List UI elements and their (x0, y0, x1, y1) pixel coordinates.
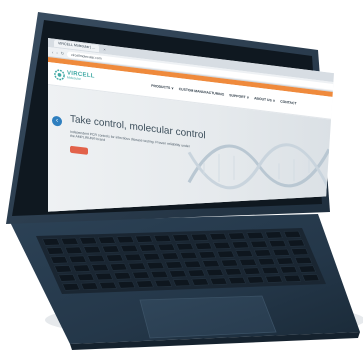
product-photo: VIRCELL Molecular | ... × ‹ › ↻ vircellm… (0, 0, 363, 354)
close-tab-icon[interactable]: × (103, 46, 105, 53)
vircell-logo-icon (54, 69, 65, 80)
menu-item-custom-manufacturing[interactable]: CUSTOM MANUFACTURING (179, 87, 225, 97)
browser-window: VIRCELL Molecular | ... × ‹ › ↻ vircellm… (48, 38, 336, 214)
menu-item-about-us[interactable]: ABOUT US ∨ (254, 96, 275, 103)
trackpad (139, 295, 277, 339)
site-logo[interactable]: VIRCELL Molecular (54, 68, 95, 84)
menu-item-support[interactable]: SUPPORT ∨ (229, 93, 249, 99)
forward-icon[interactable]: › (56, 48, 57, 57)
back-icon[interactable]: ‹ (52, 47, 53, 56)
menu-item-contact[interactable]: CONTACT (280, 100, 296, 106)
menu-item-products[interactable]: PRODUCTS ∨ (151, 84, 173, 91)
hero-cta-button[interactable] (70, 145, 88, 155)
chevron-left-icon[interactable]: ‹ (52, 115, 62, 127)
reload-icon[interactable]: ↻ (61, 49, 64, 58)
keyboard (36, 228, 326, 294)
screen-area: VIRCELL Molecular | ... × ‹ › ↻ vircellm… (6, 22, 336, 214)
